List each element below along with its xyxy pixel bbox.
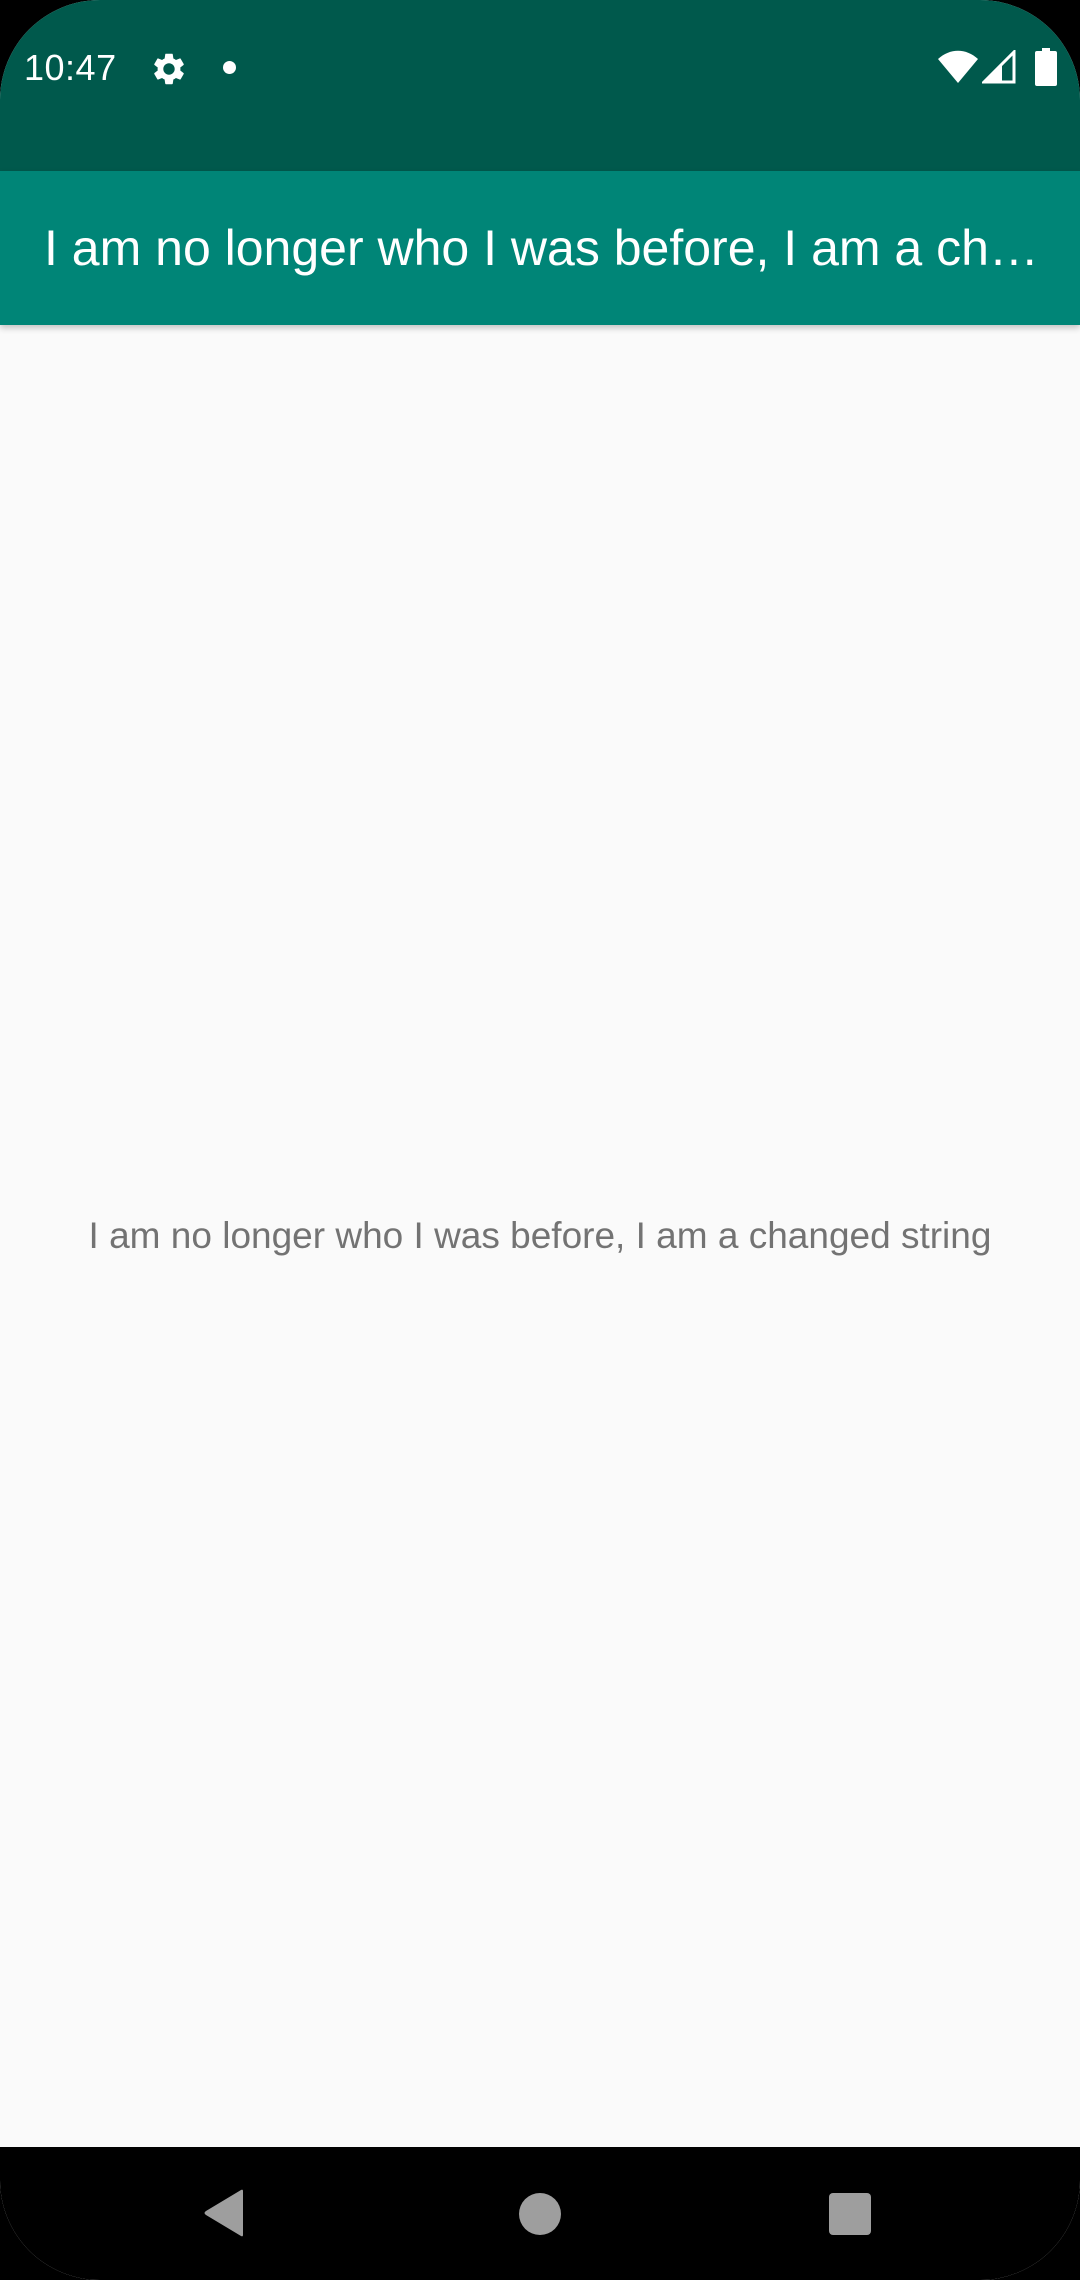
main-content: I am no longer who I was before, I am a … <box>0 325 1080 2147</box>
wifi-icon <box>938 50 978 83</box>
battery-icon <box>1035 48 1057 86</box>
notification-dot-icon <box>223 61 236 74</box>
status-bar: 10:47 <box>0 0 1080 171</box>
cell-signal-icon <box>982 50 1016 84</box>
recents-icon[interactable] <box>829 2193 871 2235</box>
home-icon[interactable] <box>519 2193 561 2235</box>
status-time: 10:47 <box>24 47 117 88</box>
back-icon[interactable] <box>203 2189 245 2237</box>
app-title: I am no longer who I was before, I am a … <box>44 220 1049 276</box>
settings-gear-icon <box>154 53 184 85</box>
app-bar: I am no longer who I was before, I am a … <box>0 171 1080 325</box>
changed-string-text: I am no longer who I was before, I am a … <box>88 1215 992 1256</box>
navigation-bar <box>0 2147 1080 2280</box>
phone-screen: 10:47 I am no longer who I was before, I… <box>0 0 1080 2280</box>
